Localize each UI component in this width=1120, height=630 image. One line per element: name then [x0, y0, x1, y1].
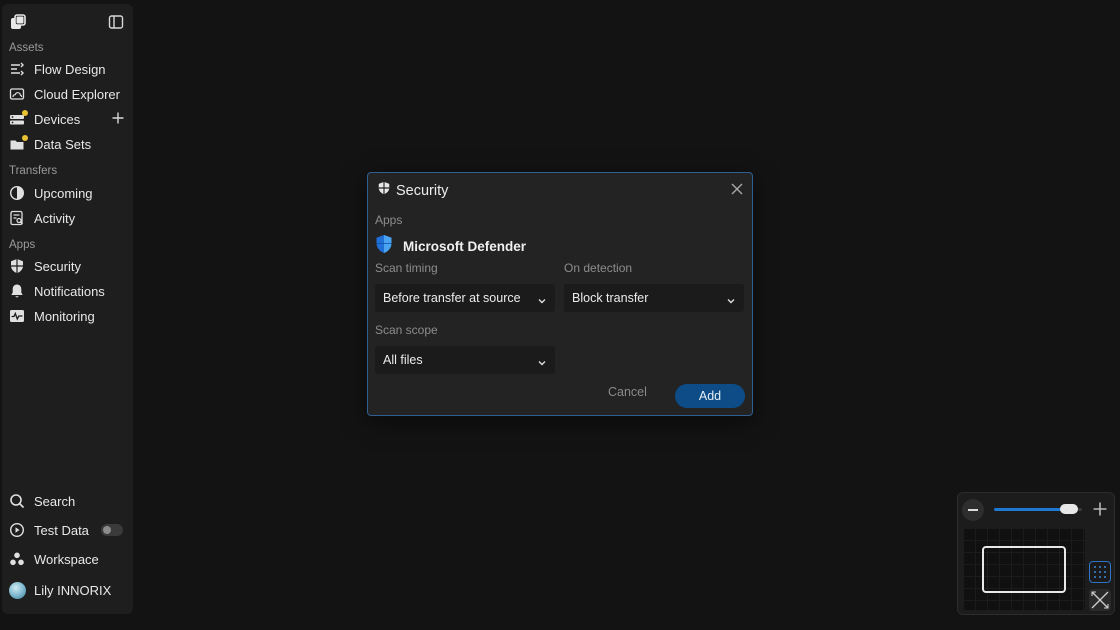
- avatar-image: [8, 581, 26, 599]
- app-name: Microsoft Defender: [403, 239, 527, 254]
- selected-app: Microsoft Defender: [375, 234, 526, 259]
- sidebar-item-label: Test Data: [34, 522, 89, 538]
- sidebar-item-label: Notifications: [34, 283, 105, 299]
- flow-icon: [8, 60, 26, 78]
- test-data-toggle[interactable]: [101, 524, 123, 536]
- datasets-icon: [8, 135, 28, 153]
- play-icon: [8, 521, 26, 539]
- sidebar-item-label: Workspace: [34, 551, 99, 567]
- section-label-assets: Assets: [9, 42, 44, 54]
- sidebar-item-devices[interactable]: Devices: [8, 108, 129, 130]
- upcoming-icon: [8, 184, 26, 202]
- sidebar-item-label: Upcoming: [34, 185, 93, 201]
- sidebar-item-flow-design[interactable]: Flow Design: [8, 58, 129, 80]
- section-label-apps: Apps: [9, 239, 36, 251]
- sidebar-item-cloud-explorer[interactable]: Cloud Explorer: [8, 83, 129, 105]
- zoom-out-button[interactable]: [962, 499, 984, 521]
- toggle-knob: [103, 526, 111, 534]
- sidebar-item-label: Activity: [34, 210, 76, 226]
- on-detection-select[interactable]: Block transfer: [564, 284, 744, 312]
- fit-view-button[interactable]: [1089, 589, 1111, 611]
- sidebar-item-label: Search: [34, 493, 76, 509]
- sidebar-item-security[interactable]: Security: [8, 255, 129, 277]
- zoom-minimap-panel: [957, 492, 1115, 615]
- minus-icon: [968, 509, 978, 511]
- microsoft-defender-icon: [375, 234, 393, 259]
- shield-icon: [8, 257, 26, 275]
- zoom-in-button[interactable]: [1092, 501, 1108, 517]
- app-logo-icon[interactable]: [10, 14, 26, 30]
- sidebar-item-label: Cloud Explorer: [34, 86, 120, 102]
- apps-label: Apps: [375, 213, 403, 227]
- chevron-down-icon: [537, 293, 547, 304]
- cancel-button[interactable]: Cancel: [608, 385, 647, 399]
- sidebar-header: [2, 4, 133, 38]
- close-button[interactable]: [730, 182, 744, 196]
- grid-dots-icon: [1094, 566, 1106, 578]
- bell-icon: [8, 282, 26, 300]
- scan-scope-label: Scan scope: [375, 323, 438, 337]
- sidebar-item-label: Flow Design: [34, 61, 106, 77]
- chevron-down-icon: [537, 355, 547, 366]
- monitoring-icon: [8, 307, 26, 325]
- crossed-arrows-icon: [1091, 591, 1109, 609]
- zoom-slider-thumb[interactable]: [1059, 504, 1078, 514]
- grid-toggle-button[interactable]: [1089, 561, 1111, 583]
- add-button[interactable]: Add: [675, 384, 745, 408]
- sidebar-item-label: Monitoring: [34, 308, 95, 324]
- sidebar-item-activity[interactable]: Activity: [8, 207, 129, 229]
- devices-icon: [8, 110, 28, 128]
- dialog-title: Security: [396, 182, 449, 199]
- scan-timing-value: Before transfer at source: [383, 291, 521, 305]
- scan-timing-label: Scan timing: [375, 261, 438, 275]
- sidebar-item-upcoming[interactable]: Upcoming: [8, 182, 129, 204]
- user-name: Lily INNORIX: [34, 582, 112, 598]
- add-device-button[interactable]: [111, 111, 125, 125]
- sidebar-item-search[interactable]: Search: [8, 490, 129, 512]
- sidebar-item-data-sets[interactable]: Data Sets: [8, 133, 129, 155]
- shield-icon: [377, 181, 391, 200]
- sidebar-item-label: Data Sets: [34, 136, 92, 152]
- close-icon: [731, 183, 743, 195]
- scan-scope-select[interactable]: All files: [375, 346, 555, 374]
- sidebar-item-test-data[interactable]: Test Data: [8, 519, 129, 541]
- avatar: [8, 581, 26, 599]
- sidebar-toggle-icon[interactable]: [108, 14, 124, 30]
- sidebar-item-monitoring[interactable]: Monitoring: [8, 305, 129, 327]
- sidebar-item-label: Devices: [34, 111, 81, 127]
- sidebar-item-label: Security: [34, 258, 81, 274]
- sidebar-item-user-profile[interactable]: Lily INNORIX: [8, 579, 129, 601]
- on-detection-value: Block transfer: [572, 291, 649, 305]
- cloud-explorer-icon: [8, 85, 26, 103]
- search-icon: [8, 492, 26, 510]
- on-detection-label: On detection: [564, 261, 633, 275]
- plus-icon: [1093, 502, 1107, 516]
- activity-icon: [8, 209, 26, 227]
- datasets-badge: [22, 135, 28, 141]
- sidebar-item-workspace[interactable]: Workspace: [8, 548, 129, 570]
- minimap[interactable]: [963, 528, 1085, 610]
- sidebar: Assets Flow Design Cloud Explorer Device…: [2, 4, 133, 614]
- chevron-down-icon: [726, 293, 736, 304]
- security-dialog: Security Apps Microsoft Defender Scan ti…: [367, 172, 753, 416]
- devices-badge: [22, 110, 28, 116]
- scan-timing-select[interactable]: Before transfer at source: [375, 284, 555, 312]
- minimap-viewport[interactable]: [982, 546, 1066, 593]
- section-label-transfers: Transfers: [9, 165, 58, 177]
- workspace-icon: [8, 550, 26, 568]
- scan-scope-value: All files: [383, 353, 423, 367]
- dialog-header: Security: [377, 181, 448, 200]
- sidebar-item-notifications[interactable]: Notifications: [8, 280, 129, 302]
